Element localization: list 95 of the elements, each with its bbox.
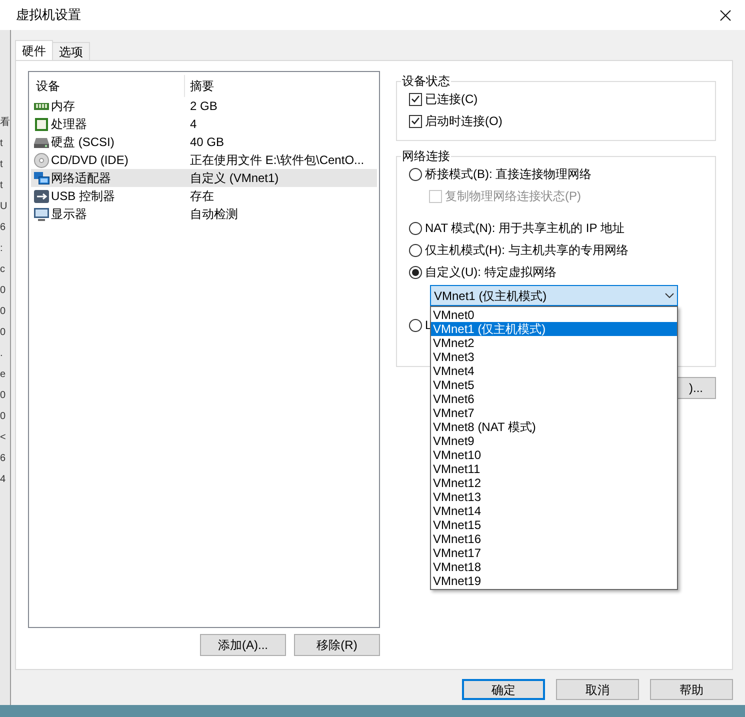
device-name: 内存 <box>51 98 75 115</box>
dropdown-option[interactable]: VMnet17 <box>431 546 677 560</box>
network-select[interactable]: VMnet1 (仅主机模式) <box>430 285 678 306</box>
group-title: 设备状态 <box>401 73 451 90</box>
background-text: t <box>0 137 3 150</box>
dropdown-option[interactable]: VMnet4 <box>431 364 677 378</box>
dropdown-option[interactable]: VMnet11 <box>431 462 677 476</box>
tab[interactable]: 硬件 <box>15 40 53 60</box>
dialog-button[interactable]: 取消 <box>556 679 639 700</box>
dropdown-option[interactable]: VMnet12 <box>431 476 677 490</box>
device-name: 硬盘 (SCSI) <box>51 134 114 151</box>
monitor-icon <box>33 206 50 222</box>
background-text: < <box>0 431 6 444</box>
background-text: t <box>0 179 3 192</box>
device-name: USB 控制器 <box>51 188 116 205</box>
device-summary: 正在使用文件 E:\软件包\CentO... <box>189 152 364 169</box>
dropdown-option[interactable]: VMnet15 <box>431 518 677 532</box>
processor-icon <box>33 116 50 132</box>
background-text: c <box>0 263 5 276</box>
background-text: 看 <box>0 116 10 129</box>
background-text: U <box>0 200 8 213</box>
device-summary: 4 <box>189 116 197 133</box>
device-name: 网络适配器 <box>51 170 111 187</box>
checkmark-icon <box>411 117 420 125</box>
device-summary: 2 GB <box>189 98 218 115</box>
device-name: 处理器 <box>51 116 87 133</box>
background-text: . <box>0 347 3 360</box>
radio-label: 自定义(U): 特定虚拟网络 <box>425 264 556 281</box>
device-row[interactable]: 内存 2 GB <box>31 97 377 115</box>
device-row[interactable]: CD/DVD (IDE) 正在使用文件 E:\软件包\CentO... <box>31 151 377 169</box>
device-action-button[interactable]: 移除(R) <box>294 634 380 656</box>
checkbox[interactable] <box>409 92 422 106</box>
dropdown-option[interactable]: VMnet19 <box>431 574 677 588</box>
window-title: 虚拟机设置 <box>16 6 81 24</box>
background-text: 0 <box>0 410 6 423</box>
background-text: 0 <box>0 305 6 318</box>
dropdown-option[interactable]: VMnet0 <box>431 308 677 322</box>
checkbox-label: 复制物理网络连接状态(P) <box>445 188 581 205</box>
radio-label: 仅主机模式(H): 与主机共享的专用网络 <box>425 242 628 259</box>
checkbox-label: 启动时连接(O) <box>425 113 502 130</box>
dropdown-option[interactable]: VMnet13 <box>431 490 677 504</box>
dropdown-option[interactable]: VMnet2 <box>431 336 677 350</box>
device-row[interactable]: USB 控制器 存在 <box>31 187 377 205</box>
group-title: 网络连接 <box>401 148 451 165</box>
background-text: e <box>0 368 6 381</box>
column-header[interactable]: 设备 <box>31 75 185 97</box>
radio-button[interactable] <box>409 168 422 180</box>
device-name: 显示器 <box>51 206 87 223</box>
device-row[interactable]: 硬盘 (SCSI) 40 GB <box>31 133 377 151</box>
dropdown-option[interactable]: VMnet8 (NAT 模式) <box>431 420 677 434</box>
dropdown-option[interactable]: VMnet5 <box>431 378 677 392</box>
device-name: CD/DVD (IDE) <box>51 152 128 169</box>
background-text: 6 <box>0 221 6 234</box>
dropdown-option[interactable]: VMnet18 <box>431 560 677 574</box>
dropdown-option[interactable]: VMnet3 <box>431 350 677 364</box>
device-summary: 自动检测 <box>189 206 238 223</box>
dialog-button[interactable]: 确定 <box>462 679 545 700</box>
background-text: 0 <box>0 284 6 297</box>
background-text: 6 <box>0 452 6 465</box>
dialog-button[interactable]: 帮助 <box>650 679 733 700</box>
dropdown-option[interactable]: VMnet9 <box>431 434 677 448</box>
radio-button[interactable] <box>409 266 422 278</box>
device-summary: 自定义 (VMnet1) <box>189 170 279 187</box>
select-value: VMnet1 (仅主机模式) <box>434 288 547 304</box>
radio-button[interactable] <box>409 222 422 234</box>
radio-label: 桥接模式(B): 直接连接物理网络 <box>425 166 592 183</box>
background-text: : <box>0 242 3 255</box>
dropdown-option[interactable]: VMnet14 <box>431 504 677 518</box>
dropdown-option[interactable]: VMnet16 <box>431 532 677 546</box>
checkbox[interactable] <box>409 114 422 128</box>
close-icon[interactable] <box>720 10 731 20</box>
device-row[interactable]: 处理器 4 <box>31 115 377 133</box>
tab[interactable]: 选项 <box>52 42 90 60</box>
radio-button[interactable] <box>409 318 422 332</box>
dropdown-option[interactable]: VMnet10 <box>431 448 677 462</box>
device-row[interactable]: 显示器 自动检测 <box>31 205 377 223</box>
radio-button[interactable] <box>409 244 422 256</box>
device-summary: 40 GB <box>189 134 224 151</box>
network-computers-icon <box>33 170 50 186</box>
chevron-down-icon <box>665 293 674 298</box>
column-header[interactable]: 摘要 <box>185 75 377 97</box>
background-text: 0 <box>0 326 6 339</box>
dropdown-option[interactable]: VMnet1 (仅主机模式) <box>431 322 677 336</box>
dropdown-option[interactable]: VMnet6 <box>431 392 677 406</box>
device-action-button[interactable]: 添加(A)... <box>200 634 286 656</box>
background-text: 4 <box>0 473 6 486</box>
dropdown-option[interactable]: VMnet7 <box>431 406 677 420</box>
checkbox-label: 已连接(C) <box>425 91 478 108</box>
device-row[interactable]: 网络适配器 自定义 (VMnet1) <box>31 169 377 187</box>
background-text: 0 <box>0 389 6 402</box>
background-text: t <box>0 158 3 171</box>
checkmark-icon <box>411 95 420 103</box>
disc-icon <box>33 152 50 168</box>
radio-label: NAT 模式(N): 用于共享主机的 IP 地址 <box>425 220 624 237</box>
device-summary: 存在 <box>189 188 214 205</box>
